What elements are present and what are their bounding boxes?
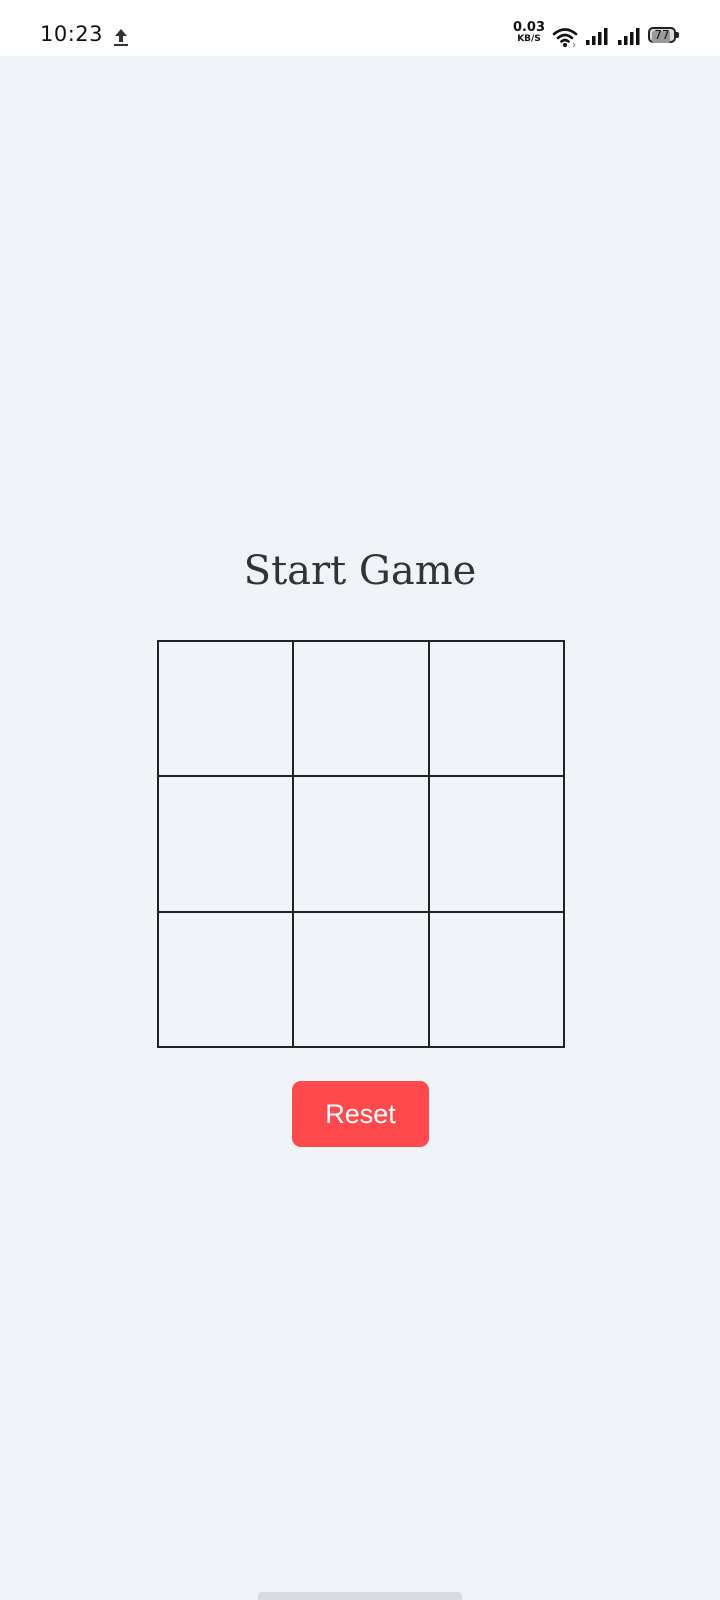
board-cell-3[interactable] [428,641,564,777]
status-bar: 10:23 0.03 KB/S 77 [0,0,720,56]
signal-icon [618,28,640,45]
board-cell-5[interactable] [293,776,429,912]
game-board [157,640,565,1048]
network-speed-unit: KB/S [517,34,541,44]
status-time: 10:23 [40,22,104,46]
game-title: Start Game [243,548,477,594]
board-cell-9[interactable] [428,911,564,1047]
home-indicator[interactable] [258,1592,462,1600]
board-cell-8[interactable] [293,911,429,1047]
wifi-icon [552,28,578,48]
board-cell-7[interactable] [158,911,294,1047]
battery-percent: 77 [654,28,670,42]
reset-button[interactable]: Reset [292,1081,429,1147]
upload-icon [114,29,128,46]
network-speed-value: 0.03 [512,20,546,35]
board-cell-2[interactable] [293,641,429,777]
board-cell-1[interactable] [158,641,294,777]
board-cell-4[interactable] [158,776,294,912]
signal-icon [586,28,608,45]
battery-icon: 77 [648,27,680,45]
board-cell-6[interactable] [428,776,564,912]
network-speed: 0.03 KB/S [512,20,546,44]
battery-tip [676,32,679,38]
